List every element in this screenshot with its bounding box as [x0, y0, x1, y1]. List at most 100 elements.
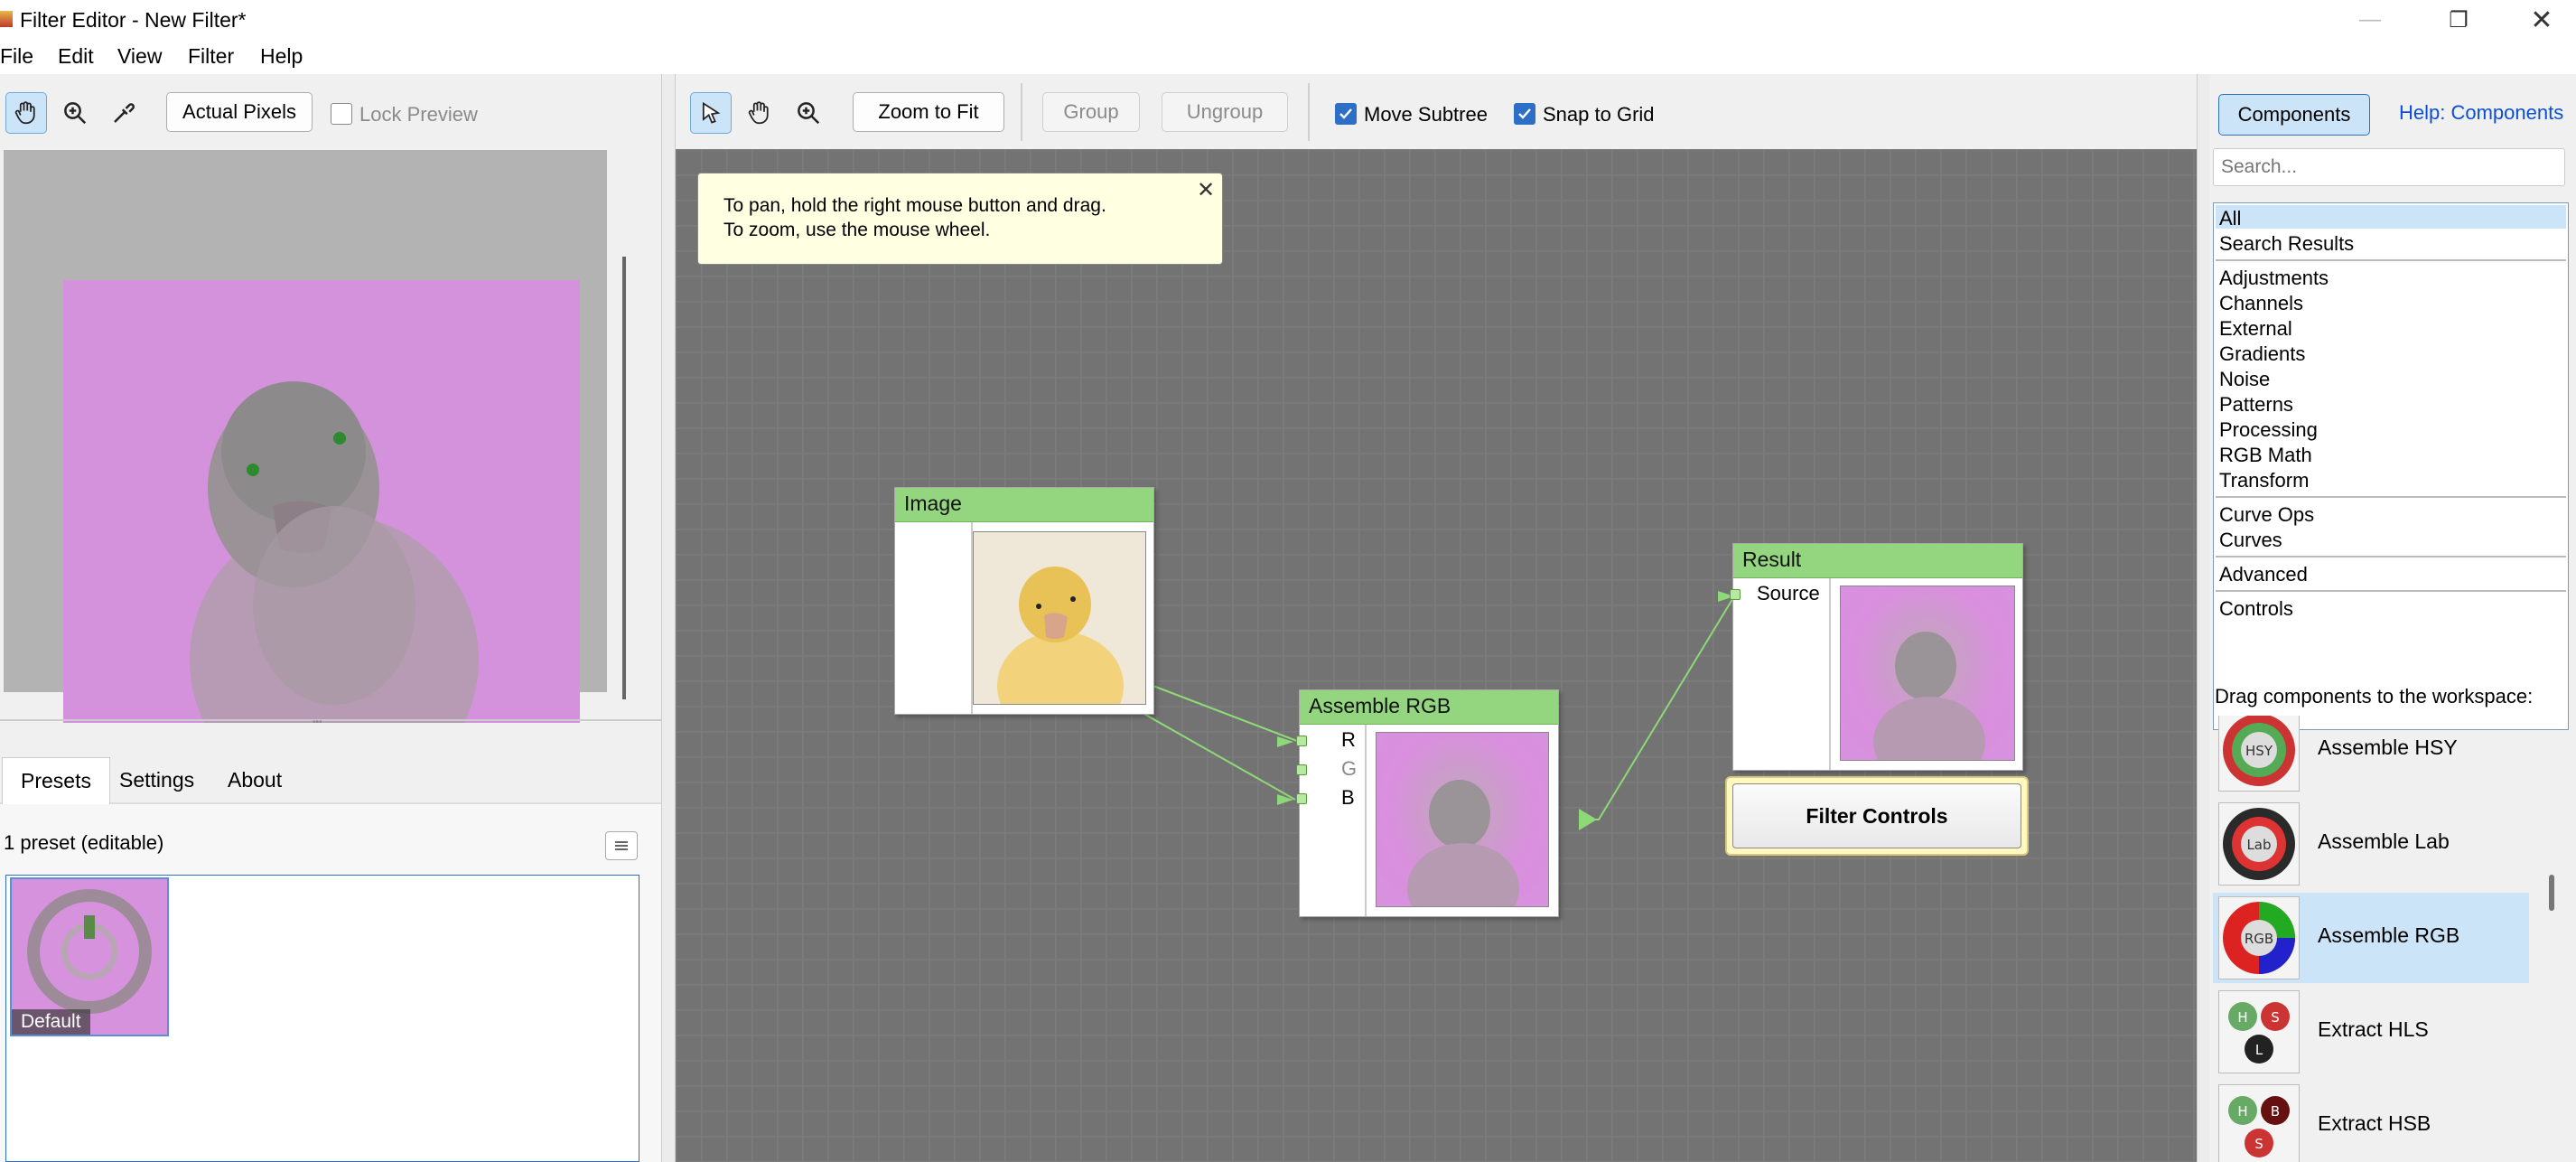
component-name: Assemble RGB: [2318, 923, 2460, 947]
category-curve-ops[interactable]: Curve Ops: [2219, 503, 2314, 527]
port-r-connector[interactable]: [1296, 736, 1307, 746]
component-assemble-rgb[interactable]: RGB Assemble RGB: [2213, 893, 2529, 983]
filter-controls-frame: Filter Controls: [1725, 776, 2029, 856]
presets-list: Default: [5, 875, 639, 1162]
zoom-to-fit-button[interactable]: Zoom to Fit: [853, 92, 1004, 132]
tab-settings[interactable]: Settings: [101, 757, 212, 804]
image-node-title: Image: [895, 488, 1153, 522]
component-extract-hls[interactable]: H SL Extract HLS: [2213, 987, 2529, 1077]
category-adjustments[interactable]: Adjustments: [2219, 267, 2329, 290]
presets-panel: 1 preset (editable) Default: [0, 804, 661, 1162]
svg-text:S: S: [2271, 1009, 2280, 1026]
image-node-thumbnail: [973, 531, 1146, 705]
menu-filter[interactable]: Filter: [188, 44, 234, 69]
help-components-link[interactable]: Help: Components: [2399, 101, 2563, 125]
lock-preview-checkbox[interactable]: [331, 103, 352, 125]
source-port-label: Source: [1757, 582, 1820, 604]
assemble-lab-icon: Lab: [2218, 802, 2300, 886]
minimize-button[interactable]: —: [2330, 0, 2410, 40]
splitter-grip[interactable]: •••: [313, 717, 322, 727]
menu-view[interactable]: View: [117, 44, 162, 69]
list-menu-icon: [615, 841, 628, 850]
checkmark-icon: [1339, 108, 1352, 119]
checkmark-icon: [1518, 108, 1531, 119]
port-b-label: B: [1341, 786, 1355, 809]
category-controls[interactable]: Controls: [2219, 597, 2293, 621]
category-list: All Search Results Adjustments Channels …: [2213, 202, 2569, 730]
move-subtree-checkbox[interactable]: [1335, 103, 1357, 125]
category-advanced[interactable]: Advanced: [2219, 563, 2308, 586]
svg-text:Lab: Lab: [2246, 837, 2271, 853]
title-bar: Filter Editor - New Filter* — ❐ ✕: [0, 0, 2576, 40]
eyedropper-icon: [114, 103, 135, 123]
result-node[interactable]: Result Source: [1730, 543, 2023, 771]
preset-thumbnail-icon: [27, 889, 152, 1014]
menu-bar: File Edit View Filter Help: [0, 40, 2576, 74]
category-external[interactable]: External: [2219, 317, 2292, 341]
component-search-input[interactable]: [2213, 148, 2565, 186]
snap-to-grid-checkbox[interactable]: [1514, 103, 1535, 125]
tab-about[interactable]: About: [210, 757, 300, 804]
component-assemble-lab[interactable]: Lab Assemble Lab: [2213, 799, 2529, 889]
menu-edit[interactable]: Edit: [58, 44, 94, 69]
eyedropper-tool-button[interactable]: [103, 92, 145, 134]
components-button[interactable]: Components: [2218, 94, 2370, 136]
preview-image: [63, 280, 580, 723]
category-noise[interactable]: Noise: [2219, 368, 2270, 391]
category-gradients[interactable]: Gradients: [2219, 342, 2305, 366]
preset-item[interactable]: Default: [10, 877, 169, 1036]
vertical-splitter[interactable]: [661, 74, 676, 1162]
svg-text:S: S: [2254, 1136, 2263, 1152]
category-curves[interactable]: Curves: [2219, 529, 2282, 552]
zoom-in-icon: [798, 102, 820, 125]
menu-help[interactable]: Help: [260, 44, 303, 69]
category-rgb-math[interactable]: RGB Math: [2219, 444, 2312, 467]
port-b-connector[interactable]: [1296, 793, 1307, 804]
extract-hsb-icon: H BS: [2218, 1084, 2300, 1162]
assemble-rgb-icon: RGB: [2218, 896, 2300, 979]
select-tool-button[interactable]: [690, 92, 732, 134]
assemble-node-title: Assemble RGB: [1300, 690, 1558, 725]
actual-pixels-button[interactable]: Actual Pixels: [166, 92, 313, 132]
preset-label: Default: [12, 1009, 90, 1035]
canvas-pan-button[interactable]: [739, 92, 780, 134]
result-node-title: Result: [1733, 544, 2022, 578]
source-port-connector[interactable]: [1730, 589, 1741, 600]
category-search-results[interactable]: Search Results: [2219, 232, 2354, 256]
category-transform[interactable]: Transform: [2219, 469, 2309, 492]
assemble-rgb-node[interactable]: Assemble RGB R G B: [1296, 689, 1559, 917]
close-window-button[interactable]: ✕: [2502, 0, 2576, 40]
component-extract-hsb[interactable]: H BS Extract HSB: [2213, 1081, 2529, 1162]
menu-file[interactable]: File: [0, 44, 33, 69]
category-patterns[interactable]: Patterns: [2219, 393, 2293, 417]
pan-tool-button[interactable]: [5, 92, 47, 134]
node-canvas[interactable]: To pan, hold the right mouse button and …: [676, 149, 2197, 1162]
right-splitter[interactable]: [2197, 74, 2209, 1162]
assemble-hsy-icon: HSY: [2218, 716, 2300, 792]
result-node-thumbnail: [1840, 586, 2015, 761]
group-button[interactable]: Group: [1042, 92, 1140, 132]
category-channels[interactable]: Channels: [2219, 292, 2303, 315]
category-processing[interactable]: Processing: [2219, 418, 2318, 442]
image-node[interactable]: Image: [894, 487, 1154, 715]
palette-scrollbar[interactable]: [2549, 875, 2554, 911]
zoom-in-icon: [64, 102, 87, 125]
move-subtree-label: Move Subtree: [1364, 103, 1488, 126]
port-g-connector[interactable]: [1296, 764, 1307, 775]
port-r-label: R: [1341, 728, 1356, 751]
tab-presets[interactable]: Presets: [2, 757, 110, 804]
zoom-tool-button[interactable]: [54, 92, 96, 134]
category-all[interactable]: All: [2219, 207, 2241, 230]
right-panel: Components Help: Components All Search R…: [2209, 74, 2576, 1162]
component-name: Assemble Lab: [2318, 829, 2450, 853]
canvas-zoom-button[interactable]: [788, 92, 829, 134]
filter-controls-button[interactable]: Filter Controls: [1732, 783, 2021, 848]
extract-hls-icon: H SL: [2218, 990, 2300, 1073]
component-assemble-hsy[interactable]: HSY Assemble HSY: [2213, 716, 2529, 795]
maximize-button[interactable]: ❐: [2419, 0, 2498, 40]
preview-area[interactable]: [4, 150, 626, 723]
presets-menu-button[interactable]: [605, 831, 638, 860]
ungroup-button[interactable]: Ungroup: [1162, 92, 1288, 132]
app-icon: [0, 11, 13, 27]
component-palette: HSY Assemble HSY Lab Assemble Lab RGB As…: [2209, 716, 2576, 1162]
